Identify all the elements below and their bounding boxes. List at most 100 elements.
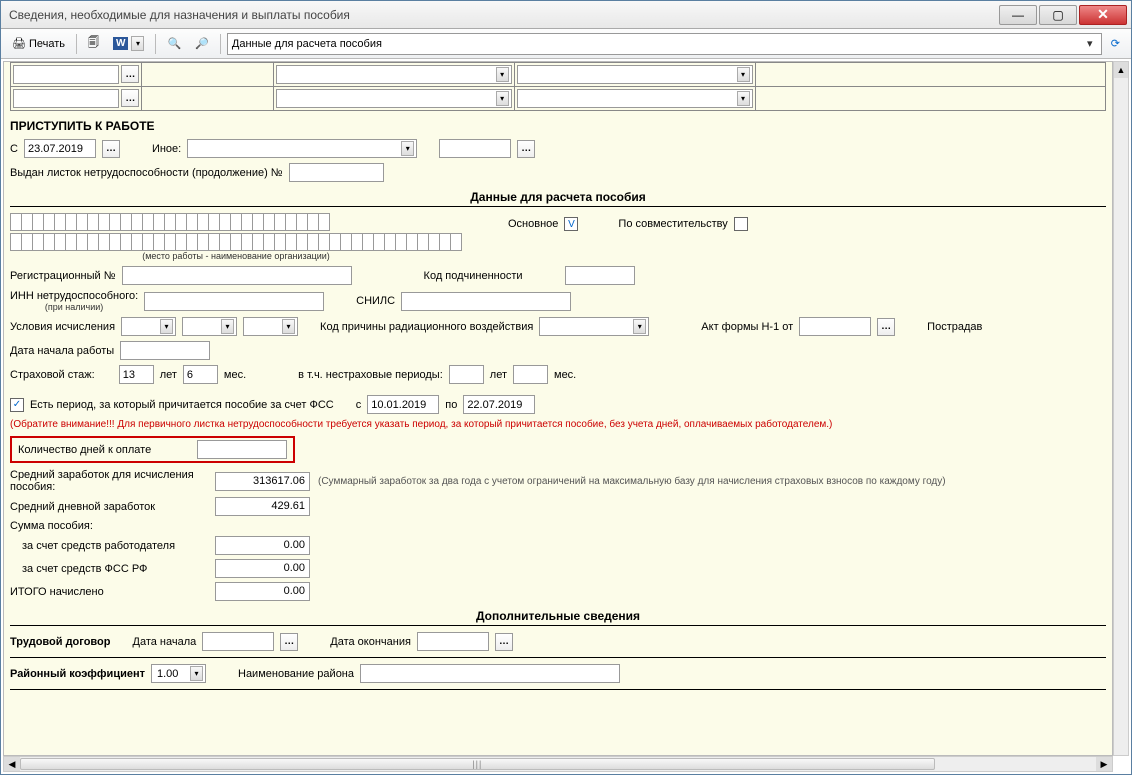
other-date-input[interactable] — [439, 139, 511, 158]
from-date-input[interactable]: 23.07.2019 — [24, 139, 96, 158]
window-controls: — ▢ ✕ — [999, 5, 1127, 25]
date-picker-button[interactable]: … — [280, 633, 298, 651]
workplace-row1[interactable] — [10, 213, 462, 231]
contract-start-input[interactable] — [202, 632, 274, 651]
months-label: мес. — [224, 369, 246, 381]
stage-months-input[interactable]: 6 — [183, 365, 218, 384]
nonins-label: в т.ч. нестраховые периоды: — [298, 369, 443, 381]
hscroll-thumb[interactable]: ||| — [20, 758, 935, 770]
refresh-icon: ⟳ — [1111, 37, 1120, 50]
employer-value[interactable]: 0.00 — [215, 536, 310, 555]
contract-start-label: Дата начала — [133, 636, 197, 648]
fss-warning: (Обратите внимание!!! Для первичного лис… — [10, 419, 1106, 430]
horizontal-scrollbar[interactable]: ◀ ||| ▶ — [3, 756, 1113, 772]
print-button[interactable]: 🖨 Печать — [7, 33, 70, 55]
sub-code-input[interactable] — [565, 266, 635, 285]
toolbar: 🖨 Печать 🗐 W▾ 🔍 🔎 Данные для расчета пос… — [1, 29, 1131, 59]
fssrf-label: за счет средств ФСС РФ — [10, 563, 215, 575]
combi-checkbox[interactable] — [734, 217, 748, 231]
form-content: … ▾ ▾ … ▾ ▾ ПРИСТУПИТЬ К РАБ — [3, 61, 1113, 756]
extra-header: Дополнительные сведения — [10, 609, 1106, 626]
date-picker-button[interactable]: … — [495, 633, 513, 651]
other-label: Иное: — [152, 143, 181, 155]
chevron-down-icon: ▾ — [1083, 37, 1097, 50]
contract-label: Трудовой договор — [10, 636, 111, 648]
act-date-input[interactable] — [799, 317, 871, 336]
stage-years-input[interactable]: 13 — [119, 365, 154, 384]
close-button[interactable]: ✕ — [1079, 5, 1127, 25]
scroll-right-button[interactable]: ▶ — [1096, 757, 1112, 771]
avg-daily-value[interactable]: 429.61 — [215, 497, 310, 516]
startdate-input[interactable] — [120, 341, 210, 360]
section-combo[interactable]: Данные для расчета пособия ▾ — [227, 33, 1102, 55]
word-icon: W — [113, 37, 128, 50]
avg-daily-label: Средний дневной заработок — [10, 501, 215, 513]
inn-input[interactable] — [144, 292, 324, 311]
sheet-number-input[interactable] — [289, 163, 384, 182]
reg-no-input[interactable] — [122, 266, 352, 285]
cond-combo-1[interactable]: ▾ — [121, 317, 176, 336]
refresh-button[interactable]: ⟳ — [1106, 33, 1125, 55]
vertical-scrollbar[interactable]: ▲ — [1113, 61, 1129, 756]
scroll-left-button[interactable]: ◀ — [4, 757, 20, 771]
contract-end-label: Дата окончания — [330, 636, 411, 648]
chevron-down-icon: ▾ — [496, 91, 509, 106]
employer-label: за счет средств работодателя — [10, 540, 215, 552]
contract-end-input[interactable] — [417, 632, 489, 651]
date-picker-button[interactable]: … — [877, 318, 895, 336]
date-picker-button[interactable]: … — [517, 140, 535, 158]
print-label: Печать — [29, 38, 65, 50]
other-combo[interactable]: ▾ — [187, 139, 417, 158]
region-input[interactable] — [360, 664, 620, 683]
fss-from-label: с — [356, 399, 362, 411]
days-label: Количество дней к оплате — [18, 444, 151, 456]
lookup-button[interactable]: … — [121, 65, 139, 83]
years-label2: лет — [490, 369, 507, 381]
main-checkbox[interactable]: V — [564, 217, 578, 231]
nonins-months-input[interactable] — [513, 365, 548, 384]
divider — [10, 657, 1106, 658]
scroll-up-button[interactable]: ▲ — [1114, 62, 1128, 78]
export-button[interactable]: 🗐 — [83, 33, 104, 55]
cond-combo-2[interactable]: ▾ — [182, 317, 237, 336]
zoom-out-button[interactable]: 🔎 — [190, 33, 214, 55]
toolbar-separator — [220, 34, 221, 54]
content-wrap: … ▾ ▾ … ▾ ▾ ПРИСТУПИТЬ К РАБ — [1, 59, 1131, 774]
coef-combo[interactable]: 1.00▾ — [151, 664, 206, 683]
workplace-row2[interactable] — [10, 233, 462, 251]
print-icon: 🖨 — [12, 37, 26, 50]
maximize-button[interactable]: ▢ — [1039, 5, 1077, 25]
chevron-down-icon: ▾ — [131, 36, 144, 51]
zoom-in-button[interactable]: 🔍 — [162, 33, 186, 55]
avg-earn-value[interactable]: 313617.06 — [215, 472, 310, 491]
lookup-button[interactable]: … — [121, 89, 139, 107]
fss-from-input[interactable]: 10.01.2019 — [367, 395, 439, 414]
workplace-cells: (место работы - наименование организации… — [10, 213, 462, 261]
date-picker-button[interactable]: … — [102, 140, 120, 158]
chevron-down-icon: ▾ — [737, 67, 750, 82]
days-input[interactable] — [197, 440, 287, 459]
pstr-label: Пострадав — [927, 321, 982, 333]
coef-value: 1.00 — [154, 668, 190, 680]
start-work-heading: ПРИСТУПИТЬ К РАБОТЕ — [10, 119, 1106, 133]
inn-label: ИНН нетрудоспособного: — [10, 290, 138, 302]
fss-to-input[interactable]: 22.07.2019 — [463, 395, 535, 414]
chevron-down-icon: ▾ — [496, 67, 509, 82]
nonins-years-input[interactable] — [449, 365, 484, 384]
workplace-note: (место работы - наименование организации… — [10, 251, 462, 261]
fssrf-value[interactable]: 0.00 — [215, 559, 310, 578]
fss-checkbox[interactable]: ✓ — [10, 398, 24, 412]
cond-combo-3[interactable]: ▾ — [243, 317, 298, 336]
avg-earn-note: (Суммарный заработок за два года с учето… — [318, 476, 946, 487]
days-highlight-box: Количество дней к оплате — [10, 436, 295, 463]
snils-input[interactable] — [401, 292, 571, 311]
region-label: Наименование района — [238, 668, 354, 680]
minimize-button[interactable]: — — [999, 5, 1037, 25]
hscroll-track[interactable]: ||| — [20, 757, 1096, 771]
rad-combo[interactable]: ▾ — [539, 317, 649, 336]
word-button[interactable]: W▾ — [108, 33, 149, 55]
calc-header: Данные для расчета пособия — [10, 190, 1106, 207]
main-label: Основное — [508, 218, 558, 230]
toolbar-separator — [76, 34, 77, 54]
total-value[interactable]: 0.00 — [215, 582, 310, 601]
